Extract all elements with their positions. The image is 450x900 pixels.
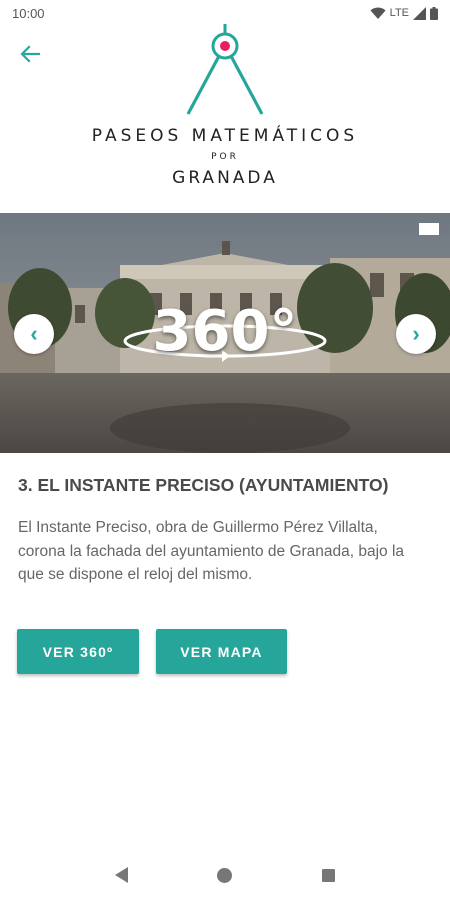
nav-back-icon[interactable]	[114, 867, 128, 883]
nav-recents-icon[interactable]	[322, 868, 336, 882]
view-360-button[interactable]: VER 360º	[17, 629, 139, 674]
chevron-left-icon: ‹	[30, 321, 38, 346]
next-button[interactable]: ›	[396, 314, 436, 354]
logo-line-3: GRANADA	[172, 168, 278, 188]
view-map-button[interactable]: VER MAPA	[156, 629, 287, 674]
compass-icon	[186, 24, 264, 115]
status-time: 10:00	[12, 5, 45, 21]
panorama-preview[interactable]: 360° ‹ ›	[0, 213, 450, 453]
logo-line-2: POR	[211, 152, 239, 162]
network-type: LTE	[389, 7, 409, 19]
status-icons: LTE	[370, 6, 438, 20]
system-nav-bar	[0, 850, 450, 900]
place-title: 3. EL INSTANTE PRECISO (AYUNTAMIENTO)	[18, 475, 389, 495]
label-360: 360°	[152, 299, 298, 364]
wifi-icon	[370, 7, 386, 19]
nav-home-icon[interactable]	[217, 867, 233, 883]
logo-line-1: PASEOS MATEMÁTICOS	[91, 126, 359, 146]
battery-icon	[430, 6, 438, 20]
chevron-right-icon: ›	[412, 321, 420, 346]
fullscreen-icon[interactable]	[419, 223, 439, 235]
place-description: El Instante Preciso, obra de Guillermo P…	[18, 519, 405, 583]
signal-icon	[413, 6, 426, 20]
app-logo	[0, 22, 450, 192]
previous-button[interactable]: ‹	[14, 314, 54, 354]
